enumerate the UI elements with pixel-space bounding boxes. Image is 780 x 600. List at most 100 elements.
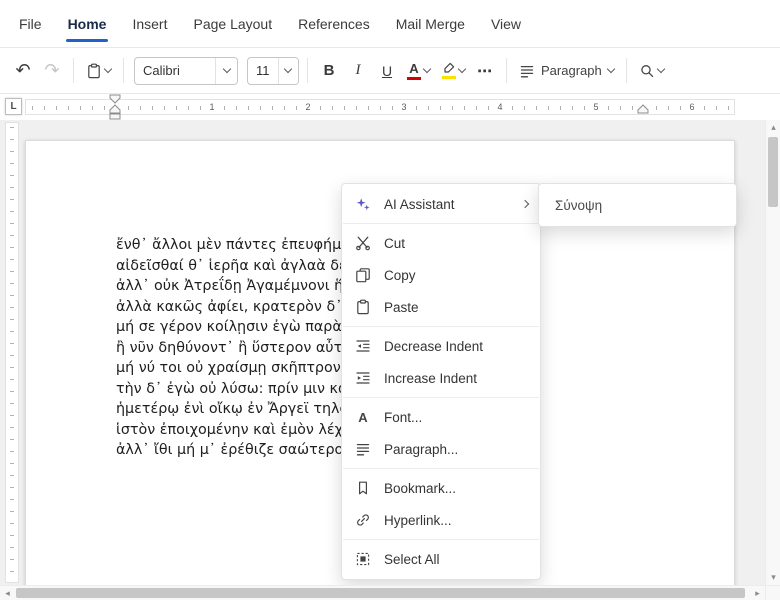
horizontal-scrollbar-thumb[interactable] — [16, 588, 745, 598]
menu-insert-label: Insert — [132, 15, 168, 32]
menu-file[interactable]: File — [6, 0, 55, 47]
vertical-scrollbar[interactable]: ▴ ▾ — [765, 120, 780, 585]
menu-item-label: Σύνοψη — [555, 197, 603, 213]
more-options-icon: ⋯ — [477, 62, 493, 80]
context-menu-item-cut[interactable]: Cut — [342, 227, 540, 259]
context-menu-item-decrease-indent[interactable]: Decrease Indent — [342, 330, 540, 362]
font-name-value: Calibri — [143, 63, 180, 78]
underline-button[interactable]: U — [374, 56, 400, 86]
ruler-ticks — [32, 106, 730, 110]
menu-separator — [343, 223, 539, 224]
font-color-letter: A — [409, 60, 419, 76]
tab-stop-selector[interactable]: L — [5, 98, 22, 115]
context-menu-item-bookmark[interactable]: Bookmark... — [342, 472, 540, 504]
menu-page-layout[interactable]: Page Layout — [180, 0, 285, 47]
menubar: File Home Insert Page Layout References … — [0, 0, 780, 48]
menu-home[interactable]: Home — [55, 0, 120, 47]
menu-item-label: Paragraph... — [384, 441, 459, 457]
submenu-arrow-icon — [520, 199, 530, 209]
paragraph-dropdown-button[interactable]: Paragraph — [515, 56, 618, 86]
clipboard-icon — [86, 63, 102, 79]
highlight-color-button[interactable] — [437, 56, 469, 86]
context-menu-item-increase-indent[interactable]: Increase Indent — [342, 362, 540, 394]
context-menu-item-font[interactable]: A Font... — [342, 401, 540, 433]
scrollbar-corner — [765, 585, 780, 600]
bold-button[interactable]: B — [316, 56, 342, 86]
document-editor-app: File Home Insert Page Layout References … — [0, 0, 780, 600]
right-indent-marker[interactable] — [637, 94, 649, 120]
redo-icon: ↷ — [44, 59, 60, 81]
menu-view[interactable]: View — [478, 0, 534, 47]
chevron-down-icon — [656, 64, 665, 74]
bookmark-icon — [354, 480, 372, 496]
font-size-value: 11 — [256, 63, 270, 78]
redo-button[interactable]: ↷ — [39, 56, 65, 86]
menu-mail-merge[interactable]: Mail Merge — [383, 0, 478, 47]
chevron-down-icon — [222, 64, 231, 74]
toolbar: ↶ ↷ Calibri 11 B I U A ⋯ Paragraph — [0, 48, 780, 94]
highlight-color-swatch — [441, 76, 456, 79]
font-size-combobox[interactable]: 11 — [247, 56, 299, 85]
clipboard-paste-button[interactable] — [82, 56, 115, 86]
menu-view-label: View — [490, 15, 522, 32]
font-color-swatch — [407, 76, 421, 80]
font-name-dropdown-button[interactable] — [215, 57, 237, 84]
toolbar-separator — [625, 58, 627, 83]
vertical-scrollbar-thumb[interactable] — [768, 137, 778, 207]
context-menu-item-select-all[interactable]: Select All — [342, 543, 540, 575]
font-color-button[interactable]: A — [403, 56, 434, 86]
chevron-down-icon — [284, 64, 293, 74]
scroll-right-icon[interactable]: ▸ — [750, 586, 765, 600]
menu-insert[interactable]: Insert — [119, 0, 180, 47]
ruler-number: 1 — [207, 101, 217, 114]
ruler-number: 6 — [687, 101, 697, 114]
menu-item-label: Bookmark... — [384, 480, 457, 496]
search-icon — [639, 63, 655, 79]
scroll-left-icon[interactable]: ◂ — [0, 586, 15, 600]
context-menu-item-copy[interactable]: Copy — [342, 259, 540, 291]
menu-item-label: Font... — [384, 409, 423, 425]
chevron-down-icon — [422, 64, 432, 74]
menu-item-label: Increase Indent — [384, 370, 478, 386]
menu-separator — [343, 397, 539, 398]
context-menu-item-paste[interactable]: Paste — [342, 291, 540, 323]
scroll-up-icon[interactable]: ▴ — [766, 120, 780, 135]
menu-separator — [343, 468, 539, 469]
undo-button[interactable]: ↶ — [10, 56, 36, 86]
italic-button[interactable]: I — [345, 56, 371, 86]
context-menu-item-paragraph[interactable]: Paragraph... — [342, 433, 540, 465]
horizontal-scrollbar[interactable]: ◂ ▸ — [0, 585, 765, 600]
context-menu-item-hyperlink[interactable]: Hyperlink... — [342, 504, 540, 536]
menu-references-label: References — [298, 15, 370, 32]
font-size-dropdown-button[interactable] — [277, 57, 298, 84]
scroll-down-icon[interactable]: ▾ — [766, 570, 780, 585]
paragraph-dropdown-label: Paragraph — [541, 63, 602, 78]
menu-file-label: File — [19, 15, 42, 32]
ruler-number: 4 — [495, 101, 505, 114]
font-color-icon: A — [407, 62, 421, 80]
toolbar-separator — [123, 58, 124, 83]
font-name-combobox[interactable]: Calibri — [134, 56, 238, 85]
bold-icon: B — [323, 62, 335, 79]
menu-item-label: Select All — [384, 551, 440, 567]
toolbar-separator — [73, 58, 74, 83]
ai-assistant-submenu: Σύνοψη — [538, 183, 737, 227]
submenu-item-synopsis[interactable]: Σύνοψη — [539, 188, 736, 222]
menu-mail-merge-label: Mail Merge — [395, 15, 465, 32]
highlighter-icon — [441, 62, 456, 79]
menu-item-label: Paste — [384, 299, 419, 315]
toolbar-separator — [307, 58, 308, 83]
search-button[interactable] — [635, 56, 668, 86]
paragraph-settings-icon — [519, 63, 535, 79]
left-indent-marker[interactable] — [109, 94, 121, 120]
context-menu-item-ai-assistant[interactable]: AI Assistant — [342, 188, 540, 220]
font-icon-letter: A — [358, 409, 368, 425]
menu-item-label: AI Assistant — [384, 196, 455, 212]
menu-item-label: Copy — [384, 267, 416, 283]
menu-item-label: Cut — [384, 235, 406, 251]
menu-references[interactable]: References — [285, 0, 383, 47]
select-all-icon — [354, 551, 372, 567]
menu-home-label: Home — [67, 15, 107, 32]
horizontal-ruler: 1 2 3 4 5 6 — [25, 99, 735, 115]
more-options-button[interactable]: ⋯ — [472, 56, 498, 86]
